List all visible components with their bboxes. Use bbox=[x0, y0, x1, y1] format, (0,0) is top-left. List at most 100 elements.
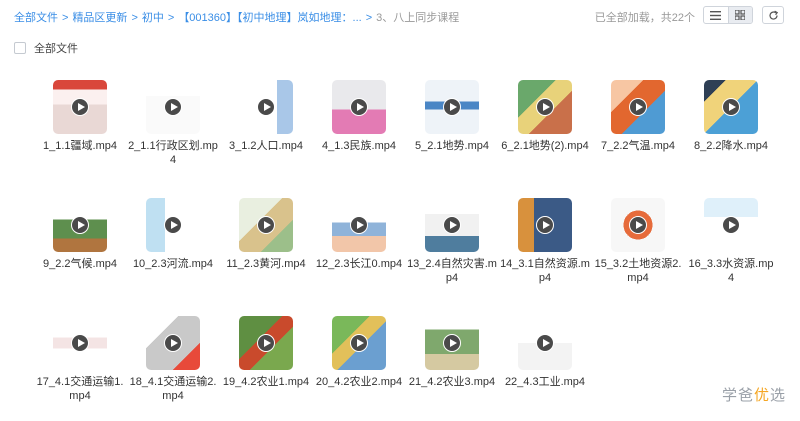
file-name[interactable]: 5_2.1地势.mp4 bbox=[407, 139, 497, 153]
play-icon[interactable] bbox=[722, 98, 740, 116]
file-item[interactable]: 6_2.1地势(2).mp4 bbox=[500, 80, 590, 153]
file-item[interactable]: 9_2.2气候.mp4 bbox=[35, 198, 125, 271]
play-icon[interactable] bbox=[536, 216, 554, 234]
video-thumbnail[interactable] bbox=[425, 316, 479, 370]
file-name[interactable]: 13_2.4自然灾害.mp4 bbox=[407, 257, 497, 285]
file-name[interactable]: 22_4.3工业.mp4 bbox=[500, 375, 590, 389]
play-icon[interactable] bbox=[71, 216, 89, 234]
file-item[interactable]: 10_2.3河流.mp4 bbox=[128, 198, 218, 271]
file-name[interactable]: 14_3.1自然资源.mp4 bbox=[500, 257, 590, 285]
play-icon[interactable] bbox=[443, 98, 461, 116]
file-item[interactable]: 8_2.2降水.mp4 bbox=[686, 80, 776, 153]
play-icon[interactable] bbox=[350, 216, 368, 234]
file-item[interactable]: 15_3.2土地资源2.mp4 bbox=[593, 198, 683, 285]
video-thumbnail[interactable] bbox=[611, 80, 665, 134]
file-item[interactable]: 14_3.1自然资源.mp4 bbox=[500, 198, 590, 285]
video-thumbnail[interactable] bbox=[425, 80, 479, 134]
play-icon[interactable] bbox=[536, 334, 554, 352]
file-item[interactable]: 20_4.2农业2.mp4 bbox=[314, 316, 404, 389]
video-thumbnail[interactable] bbox=[53, 316, 107, 370]
file-name[interactable]: 1_1.1疆域.mp4 bbox=[35, 139, 125, 153]
file-name[interactable]: 9_2.2气候.mp4 bbox=[35, 257, 125, 271]
file-name[interactable]: 17_4.1交通运输1.mp4 bbox=[35, 375, 125, 403]
file-name[interactable]: 3_1.2人口.mp4 bbox=[221, 139, 311, 153]
play-icon[interactable] bbox=[164, 216, 182, 234]
file-item[interactable]: 5_2.1地势.mp4 bbox=[407, 80, 497, 153]
play-icon[interactable] bbox=[164, 334, 182, 352]
file-name[interactable]: 15_3.2土地资源2.mp4 bbox=[593, 257, 683, 285]
play-icon[interactable] bbox=[722, 216, 740, 234]
play-icon[interactable] bbox=[536, 98, 554, 116]
video-thumbnail[interactable] bbox=[332, 198, 386, 252]
video-thumbnail[interactable] bbox=[425, 198, 479, 252]
file-name[interactable]: 19_4.2农业1.mp4 bbox=[221, 375, 311, 389]
file-name[interactable]: 21_4.2农业3.mp4 bbox=[407, 375, 497, 389]
video-thumbnail[interactable] bbox=[332, 80, 386, 134]
file-name[interactable]: 10_2.3河流.mp4 bbox=[128, 257, 218, 271]
play-icon[interactable] bbox=[629, 216, 647, 234]
file-name[interactable]: 12_2.3长江0.mp4 bbox=[314, 257, 404, 271]
video-thumbnail[interactable] bbox=[239, 198, 293, 252]
video-thumbnail[interactable] bbox=[518, 80, 572, 134]
list-view-button[interactable] bbox=[704, 7, 728, 23]
refresh-icon bbox=[768, 10, 778, 20]
video-thumbnail[interactable] bbox=[704, 198, 758, 252]
play-icon[interactable] bbox=[257, 98, 275, 116]
refresh-button[interactable] bbox=[762, 6, 784, 24]
file-item[interactable]: 21_4.2农业3.mp4 bbox=[407, 316, 497, 389]
video-thumbnail[interactable] bbox=[53, 198, 107, 252]
file-item[interactable]: 3_1.2人口.mp4 bbox=[221, 80, 311, 153]
video-thumbnail[interactable] bbox=[518, 316, 572, 370]
file-item[interactable]: 2_1.1行政区划.mp4 bbox=[128, 80, 218, 167]
file-item[interactable]: 17_4.1交通运输1.mp4 bbox=[35, 316, 125, 403]
breadcrumb-item-premium[interactable]: 精品区更新 bbox=[72, 12, 127, 24]
breadcrumb-separator: > bbox=[62, 12, 69, 24]
select-all[interactable]: 全部文件 bbox=[14, 40, 78, 56]
play-icon[interactable] bbox=[257, 216, 275, 234]
video-thumbnail[interactable] bbox=[518, 198, 572, 252]
video-thumbnail[interactable] bbox=[332, 316, 386, 370]
video-thumbnail[interactable] bbox=[239, 316, 293, 370]
file-item[interactable]: 22_4.3工业.mp4 bbox=[500, 316, 590, 389]
play-icon[interactable] bbox=[629, 98, 647, 116]
file-item[interactable]: 16_3.3水资源.mp4 bbox=[686, 198, 776, 285]
play-icon[interactable] bbox=[71, 334, 89, 352]
video-thumbnail[interactable] bbox=[53, 80, 107, 134]
play-icon[interactable] bbox=[164, 98, 182, 116]
play-icon[interactable] bbox=[443, 216, 461, 234]
file-name[interactable]: 6_2.1地势(2).mp4 bbox=[500, 139, 590, 153]
video-thumbnail[interactable] bbox=[146, 80, 200, 134]
file-name[interactable]: 16_3.3水资源.mp4 bbox=[686, 257, 776, 285]
file-name[interactable]: 8_2.2降水.mp4 bbox=[686, 139, 776, 153]
video-thumbnail[interactable] bbox=[611, 198, 665, 252]
breadcrumb-item-course[interactable]: 【001360】【初中地理】岚如地理：... bbox=[178, 12, 361, 24]
breadcrumb-item-all-files[interactable]: 全部文件 bbox=[14, 12, 58, 24]
grid-view-button[interactable] bbox=[727, 7, 752, 23]
play-icon[interactable] bbox=[257, 334, 275, 352]
play-icon[interactable] bbox=[443, 334, 461, 352]
file-item[interactable]: 13_2.4自然灾害.mp4 bbox=[407, 198, 497, 285]
file-name[interactable]: 7_2.2气温.mp4 bbox=[593, 139, 683, 153]
video-thumbnail[interactable] bbox=[146, 198, 200, 252]
video-thumbnail[interactable] bbox=[239, 80, 293, 134]
video-thumbnail[interactable] bbox=[704, 80, 758, 134]
video-thumbnail[interactable] bbox=[146, 316, 200, 370]
play-icon[interactable] bbox=[350, 98, 368, 116]
file-item[interactable]: 7_2.2气温.mp4 bbox=[593, 80, 683, 153]
file-name[interactable]: 2_1.1行政区划.mp4 bbox=[128, 139, 218, 167]
file-item[interactable]: 19_4.2农业1.mp4 bbox=[221, 316, 311, 389]
file-name[interactable]: 18_4.1交通运输2.mp4 bbox=[128, 375, 218, 403]
breadcrumb-item-junior[interactable]: 初中 bbox=[142, 12, 164, 24]
play-icon[interactable] bbox=[350, 334, 368, 352]
play-icon[interactable] bbox=[71, 98, 89, 116]
file-name[interactable]: 4_1.3民族.mp4 bbox=[314, 139, 404, 153]
file-item[interactable]: 11_2.3黄河.mp4 bbox=[221, 198, 311, 271]
file-item[interactable]: 12_2.3长江0.mp4 bbox=[314, 198, 404, 271]
file-item[interactable]: 18_4.1交通运输2.mp4 bbox=[128, 316, 218, 403]
file-name[interactable]: 11_2.3黄河.mp4 bbox=[221, 257, 311, 271]
file-name[interactable]: 20_4.2农业2.mp4 bbox=[314, 375, 404, 389]
file-item[interactable]: 1_1.1疆域.mp4 bbox=[35, 80, 125, 153]
file-item[interactable]: 4_1.3民族.mp4 bbox=[314, 80, 404, 153]
watermark-tail: 选 bbox=[769, 387, 786, 404]
select-all-checkbox[interactable] bbox=[14, 42, 26, 54]
